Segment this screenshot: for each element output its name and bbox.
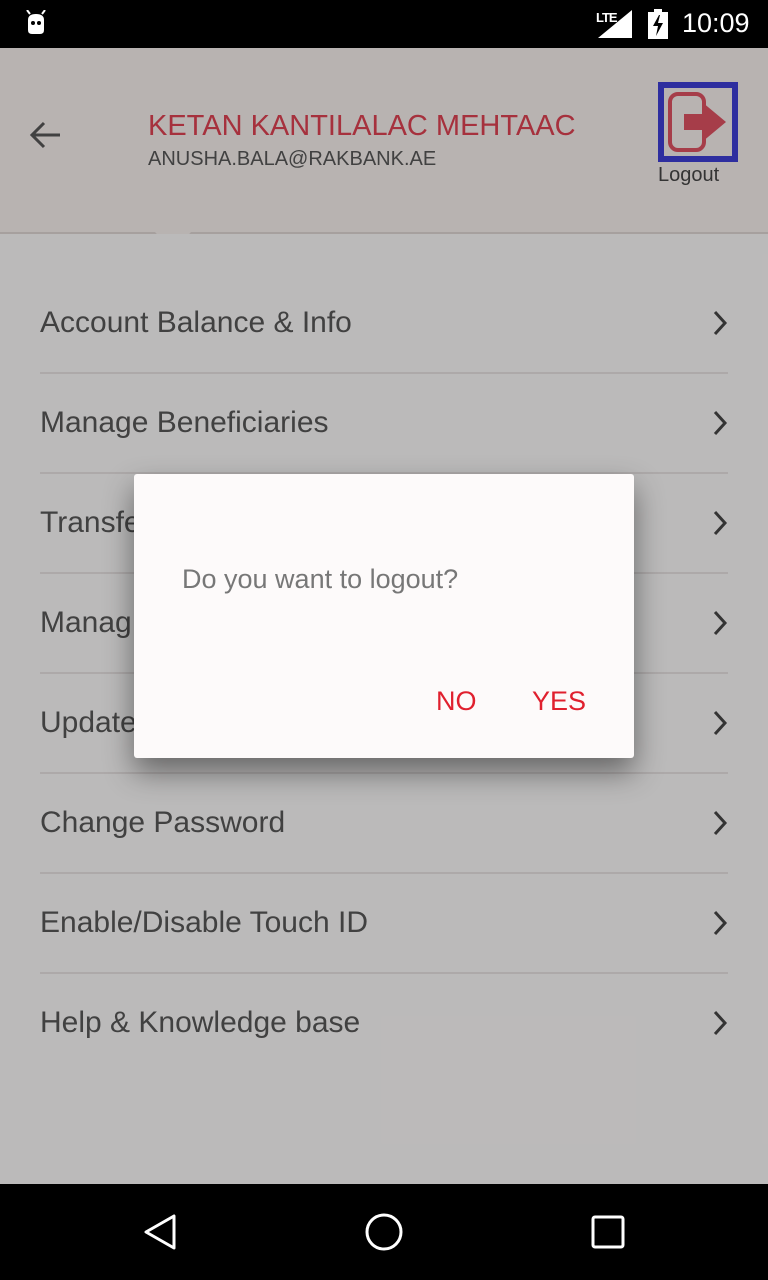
battery-charging-icon — [648, 9, 668, 44]
logout-dialog: Do you want to logout? NO YES — [134, 474, 634, 758]
status-bar: LTE 10:09 — [0, 0, 768, 48]
yes-button[interactable]: YES — [532, 686, 586, 717]
android-icon — [24, 9, 48, 41]
no-button[interactable]: NO — [436, 686, 477, 717]
clock: 10:09 — [682, 8, 750, 38]
navigation-bar — [0, 1184, 768, 1280]
dialog-message: Do you want to logout? — [182, 564, 459, 594]
nav-back-icon[interactable] — [140, 1212, 180, 1257]
nav-home-icon[interactable] — [364, 1212, 404, 1257]
nav-recents-icon[interactable] — [590, 1214, 626, 1255]
signal-icon — [598, 10, 632, 43]
